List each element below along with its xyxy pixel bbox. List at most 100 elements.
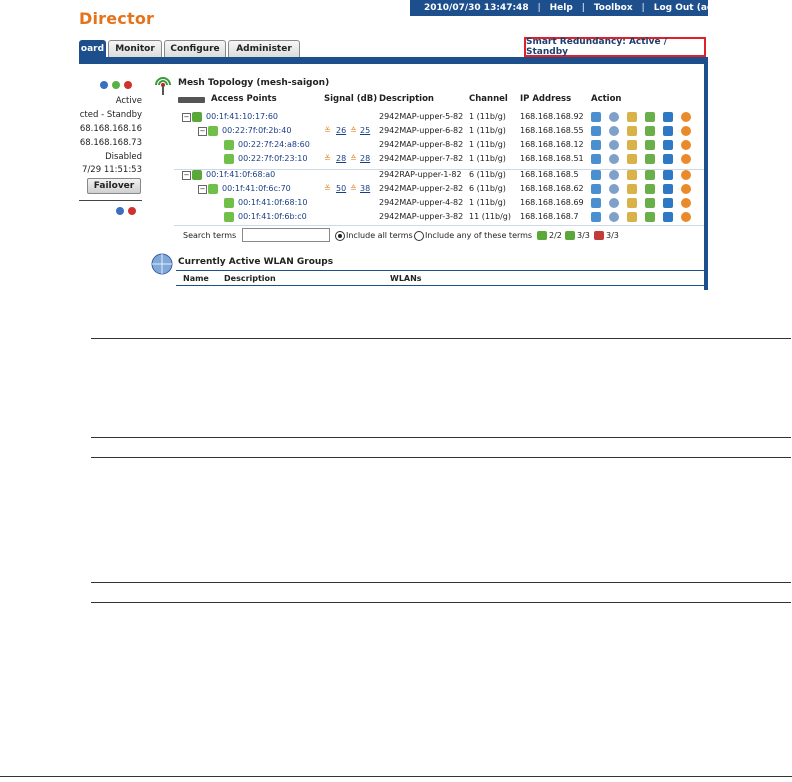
col-channel[interactable]: Channel: [469, 94, 508, 104]
tree-expand-icon[interactable]: −: [198, 127, 207, 136]
help-ap-icon[interactable]: [681, 126, 691, 136]
monitor-ap-icon[interactable]: [609, 126, 619, 136]
signal-value-link[interactable]: 26: [336, 126, 346, 135]
tree-expand-icon[interactable]: −: [182, 113, 191, 122]
monitor-ap-icon[interactable]: [609, 184, 619, 194]
help-ap-icon[interactable]: [681, 140, 691, 150]
close-icon[interactable]: [128, 207, 136, 215]
col-ip-address[interactable]: IP Address: [520, 94, 571, 104]
ap-mac-link[interactable]: 00:1f:41:0f:68:10: [238, 198, 307, 207]
ap-mac-link[interactable]: 00:1f:41:10:17:60: [206, 112, 278, 121]
ap-mac-link[interactable]: 00:22:7f:0f:2b:40: [222, 126, 291, 135]
col-description[interactable]: Description: [379, 94, 434, 104]
tag-ap-icon[interactable]: [645, 170, 655, 180]
access-point-icon: [224, 140, 234, 150]
ap-mac-link[interactable]: 00:1f:41:0f:6c:70: [222, 184, 291, 193]
close-icon[interactable]: [124, 81, 132, 89]
radio-all[interactable]: [335, 231, 345, 241]
help-ap-icon[interactable]: [681, 112, 691, 122]
tab-configure[interactable]: Configure: [164, 40, 226, 57]
signal-value-link[interactable]: 25: [360, 126, 370, 135]
edit-ap-icon[interactable]: [627, 154, 637, 164]
help-ap-icon[interactable]: [681, 170, 691, 180]
refresh-ap-icon[interactable]: [663, 184, 673, 194]
ap-ip-address: 168.168.168.12: [520, 140, 584, 149]
toolbox-link[interactable]: Toolbox: [594, 3, 633, 13]
col-wlan-description[interactable]: Description: [224, 274, 276, 283]
col-action[interactable]: Action: [591, 94, 622, 104]
edit-ap-icon[interactable]: [627, 126, 637, 136]
tag-ap-icon[interactable]: [645, 154, 655, 164]
col-access-points[interactable]: Access Points: [211, 94, 277, 104]
edit-ap-icon[interactable]: [627, 198, 637, 208]
tag-ap-icon[interactable]: [645, 198, 655, 208]
search-input[interactable]: [242, 228, 330, 242]
monitor-ap-icon[interactable]: [609, 112, 619, 122]
divider: [79, 200, 142, 201]
help-ap-icon[interactable]: [681, 184, 691, 194]
help-link[interactable]: Help: [550, 3, 573, 13]
view-ap-icon[interactable]: [591, 112, 601, 122]
signal-value-link[interactable]: 28: [360, 154, 370, 163]
refresh-ap-icon[interactable]: [663, 140, 673, 150]
tag-ap-icon[interactable]: [645, 140, 655, 150]
refresh-ap-icon[interactable]: [663, 170, 673, 180]
ap-channel: 6 (11b/g): [469, 184, 506, 193]
refresh-ap-icon[interactable]: [663, 198, 673, 208]
edit-ap-icon[interactable]: [627, 212, 637, 222]
view-ap-icon[interactable]: [591, 198, 601, 208]
refresh-icon[interactable]: [112, 81, 120, 89]
help-ap-icon[interactable]: [681, 154, 691, 164]
help-icon[interactable]: [100, 81, 108, 89]
signal-value-link[interactable]: 50: [336, 184, 346, 193]
ap-mac-link[interactable]: 00:22:7f:0f:23:10: [238, 154, 307, 163]
edit-ap-icon[interactable]: [627, 170, 637, 180]
tag-ap-icon[interactable]: [645, 212, 655, 222]
tree-expand-icon[interactable]: −: [198, 185, 207, 194]
view-ap-icon[interactable]: [591, 170, 601, 180]
ap-mac-link[interactable]: 00:1f:41:0f:68:a0: [206, 170, 275, 179]
refresh-ap-icon[interactable]: [663, 126, 673, 136]
col-signal[interactable]: Signal (dB): [324, 94, 377, 104]
monitor-ap-icon[interactable]: [609, 140, 619, 150]
view-ap-icon[interactable]: [591, 184, 601, 194]
edit-ap-icon[interactable]: [627, 140, 637, 150]
signal-value-link[interactable]: 28: [336, 154, 346, 163]
last-sync-time: 7/29 11:51:53: [82, 165, 142, 175]
tab-dashboard[interactable]: oard: [79, 40, 106, 57]
ap-ip-address: 168.168.168.62: [520, 184, 584, 193]
col-name[interactable]: Name: [183, 274, 209, 283]
ap-mac-link[interactable]: 00:1f:41:0f:6b:c0: [238, 212, 307, 221]
smart-redundancy-status[interactable]: Smart Redundancy: Active / Standby: [524, 37, 706, 57]
help-icon[interactable]: [116, 207, 124, 215]
view-ap-icon[interactable]: [591, 140, 601, 150]
view-ap-icon[interactable]: [591, 126, 601, 136]
view-ap-icon[interactable]: [591, 154, 601, 164]
radio-any[interactable]: [414, 231, 424, 241]
monitor-ap-icon[interactable]: [609, 154, 619, 164]
failover-state: Disabled: [105, 152, 142, 162]
tree-expand-icon[interactable]: −: [182, 171, 191, 180]
ap-mac-link[interactable]: 00:22:7f:24:a8:60: [238, 140, 310, 149]
tag-ap-icon[interactable]: [645, 184, 655, 194]
view-ap-icon[interactable]: [591, 212, 601, 222]
tag-ap-icon[interactable]: [645, 112, 655, 122]
failover-button[interactable]: Failover: [87, 178, 141, 194]
monitor-ap-icon[interactable]: [609, 170, 619, 180]
col-wlans[interactable]: WLANs: [390, 274, 422, 283]
refresh-ap-icon[interactable]: [663, 112, 673, 122]
logout-link[interactable]: Log Out (admin): [654, 3, 737, 13]
refresh-ap-icon[interactable]: [663, 212, 673, 222]
edit-ap-icon[interactable]: [627, 112, 637, 122]
monitor-ap-icon[interactable]: [609, 198, 619, 208]
tab-monitor[interactable]: Monitor: [108, 40, 162, 57]
tab-administer[interactable]: Administer: [228, 40, 300, 57]
help-ap-icon[interactable]: [681, 212, 691, 222]
monitor-ap-icon[interactable]: [609, 212, 619, 222]
tag-ap-icon[interactable]: [645, 126, 655, 136]
refresh-ap-icon[interactable]: [663, 154, 673, 164]
help-ap-icon[interactable]: [681, 198, 691, 208]
signal-value-link[interactable]: 38: [360, 184, 370, 193]
edit-ap-icon[interactable]: [627, 184, 637, 194]
ap-ip-address: 168.168.168.7: [520, 212, 579, 221]
